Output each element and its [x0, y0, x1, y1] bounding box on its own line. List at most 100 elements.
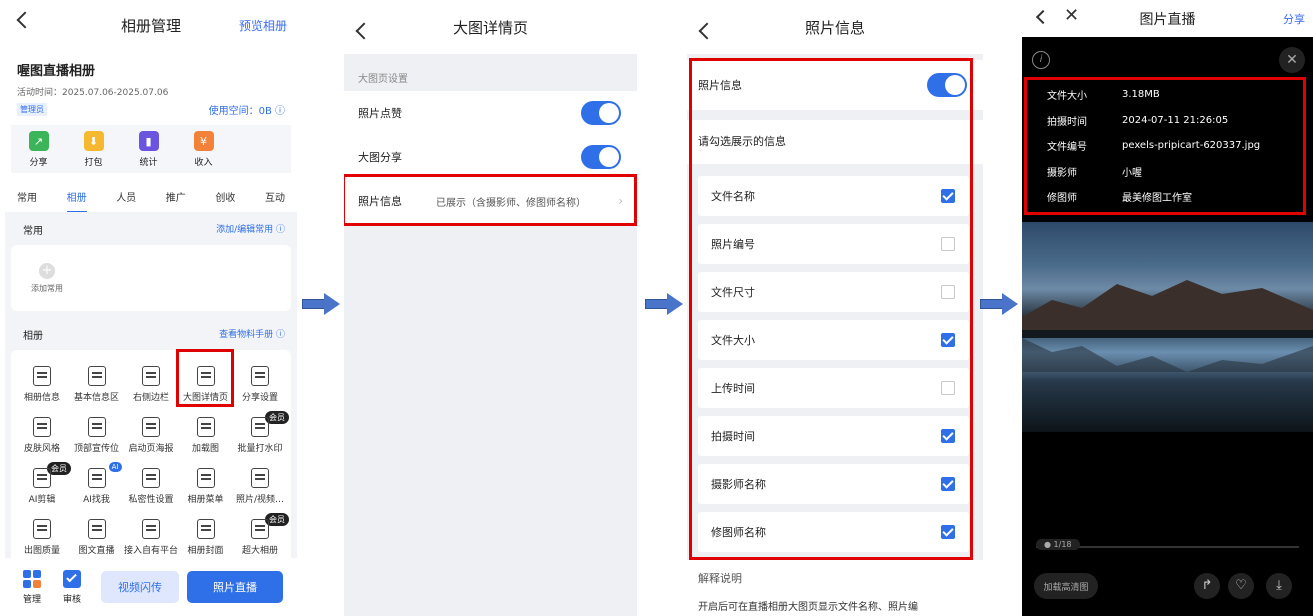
back-icon[interactable]	[16, 11, 34, 29]
plus-icon: +	[39, 263, 55, 279]
feature-icon	[251, 366, 269, 386]
field-option-label: 文件大小	[711, 334, 755, 347]
photo-info-row[interactable]: 照片信息 已展示（含摄影师、修图师名称） ›	[344, 179, 637, 223]
field-option-row[interactable]: 上传时间	[698, 368, 969, 408]
tab-3[interactable]: 推广	[166, 189, 186, 213]
field-option-row[interactable]: 摄影师名称	[698, 464, 969, 504]
explain-text: 开启后可在直播相册大图页显示文件名称、照片编	[687, 592, 983, 616]
quick-action-label: 分享	[29, 158, 48, 168]
quick-action-share[interactable]: ↗ 分享	[19, 131, 59, 173]
album-feature-item[interactable]: 图文直播	[70, 519, 124, 556]
tab-bar: 常用 相册 人员 推广 创收 互动	[5, 189, 297, 213]
field-option-row[interactable]: 文件大小	[698, 320, 969, 360]
album-feature-item[interactable]: 会员 AI剪辑	[15, 462, 71, 505]
back-icon[interactable]	[698, 22, 716, 40]
tab-0[interactable]: 常用	[17, 189, 37, 213]
quick-action-stats[interactable]: ▮ 统计	[129, 131, 169, 173]
field-option-label: 拍摄时间	[711, 430, 755, 443]
quick-action-label: 打包	[84, 158, 103, 168]
album-feature-item[interactable]: 私密性设置	[124, 468, 178, 505]
checkbox-icon[interactable]	[941, 237, 955, 251]
activity-time: 活动时间：2025.07.06-2025.07.06	[17, 88, 169, 98]
album-feature-item[interactable]: 出图质量	[15, 519, 69, 556]
download-icon[interactable]: ⤓	[1266, 573, 1292, 599]
close-circle-icon[interactable]: ✕	[1279, 47, 1305, 73]
album-feature-item[interactable]: 相册封面	[179, 519, 233, 556]
info-key: 摄影师	[1047, 167, 1077, 179]
review-tab[interactable]: 审核	[57, 569, 87, 605]
feature-label: 相册封面	[187, 546, 224, 556]
edit-common-link[interactable]: 添加/编辑常用 ⓘ	[216, 222, 285, 237]
quick-action-income[interactable]: ¥ 收入	[184, 131, 224, 173]
album-feature-item[interactable]: 分享设置	[233, 366, 287, 403]
space-usage-text: 使用空间：0B	[208, 106, 272, 117]
space-usage[interactable]: 使用空间：0B ⓘ	[209, 102, 285, 117]
info-key: 拍摄时间	[1047, 116, 1087, 128]
album-feature-item[interactable]: 会员 批量打水印	[233, 411, 289, 454]
field-option-row[interactable]: 照片编号	[698, 224, 969, 264]
album-feature-item[interactable]: 加载图	[179, 417, 233, 454]
add-common-button[interactable]: + 添加常用	[29, 263, 65, 294]
album-feature-item[interactable]: 皮肤风格	[15, 417, 69, 454]
share-toggle[interactable]	[581, 145, 621, 169]
field-option-row[interactable]: 文件尺寸	[698, 272, 969, 312]
stats-icon: ▮	[138, 131, 159, 151]
album-name: 喔图直播相册	[17, 64, 96, 79]
album-feature-item[interactable]: 会员 超大相册	[233, 513, 289, 556]
tab-4[interactable]: 创收	[215, 189, 235, 213]
album-feature-item[interactable]: 相册信息	[15, 366, 69, 403]
tab-5[interactable]: 互动	[265, 189, 285, 213]
info-value: pexels-pripicart-620337.jpg	[1122, 140, 1261, 152]
feature-label: 加载图	[191, 444, 219, 454]
feature-icon	[87, 366, 106, 386]
share-icon[interactable]: ↱	[1194, 573, 1220, 599]
field-option-row[interactable]: 修图师名称	[698, 512, 969, 552]
info-circle-icon[interactable]: i	[1032, 51, 1050, 69]
album-feature-item[interactable]: 相册菜单	[179, 468, 233, 505]
video-flash-button[interactable]: 视频闪传	[101, 571, 179, 603]
photo-info-toggle-row: 照片信息	[687, 60, 983, 110]
feature-label: 图文直播	[78, 546, 115, 556]
field-option-row[interactable]: 拍摄时间	[698, 416, 969, 456]
checkbox-icon[interactable]	[941, 333, 955, 347]
checkbox-icon	[63, 569, 81, 588]
heart-icon[interactable]: ♡	[1228, 573, 1254, 599]
info-value: 2024-07-11 21:26:05	[1122, 114, 1229, 126]
tab-1[interactable]: 相册	[66, 189, 87, 213]
share-link[interactable]: 分享	[1283, 11, 1305, 27]
tab-2[interactable]: 人员	[116, 189, 136, 213]
info-row: 拍摄时间 2024-07-11 21:26:05	[1047, 108, 1260, 134]
checkbox-icon[interactable]	[941, 477, 955, 491]
checkbox-icon[interactable]	[941, 285, 955, 299]
feature-icon	[251, 417, 269, 437]
load-hd-button[interactable]: 加载高清图	[1034, 573, 1098, 599]
album-feature-item[interactable]: 启动页海报	[124, 417, 178, 454]
feature-label: 超大相册	[241, 546, 278, 556]
content-area: 常用 添加/编辑常用 ⓘ + 添加常用 相册 查看物料手册 ⓘ 相册信息 基本信息…	[5, 212, 297, 616]
field-option-row[interactable]: 文件名称	[698, 176, 969, 216]
photo-info-toggle[interactable]	[927, 73, 967, 97]
album-feature-item[interactable]: 顶部宣传位	[70, 417, 124, 454]
checkbox-icon[interactable]	[941, 189, 955, 203]
album-feature-item[interactable]: 大图详情页	[179, 366, 233, 403]
material-manual-link[interactable]: 查看物料手册 ⓘ	[219, 327, 285, 342]
album-feature-item[interactable]: 接入自有平台	[124, 519, 178, 556]
checkbox-icon[interactable]	[941, 429, 955, 443]
feature-icon	[33, 468, 51, 488]
album-feature-item[interactable]: 照片/视频…	[233, 468, 287, 505]
photo-live-button[interactable]: 照片直播	[187, 571, 283, 603]
info-value: 3.18MB	[1122, 89, 1160, 101]
preview-album-link[interactable]: 预览相册	[239, 17, 287, 34]
album-feature-item[interactable]: 右侧边栏	[124, 366, 178, 403]
manage-tab[interactable]: 管理	[17, 569, 47, 605]
back-icon[interactable]	[355, 22, 373, 40]
quick-action-pack[interactable]: ⬇ 打包	[74, 131, 114, 173]
album-feature-item[interactable]: 基本信息区	[70, 366, 124, 403]
checkbox-icon[interactable]	[941, 381, 955, 395]
feature-icon	[251, 519, 269, 539]
feature-label: 右侧边栏	[132, 393, 169, 403]
album-grid-card: 相册信息 基本信息区 右侧边栏 大图详情页 分享设置 皮肤风格 顶部宣传位 启动页海报 加载图会…	[11, 350, 291, 580]
album-feature-item[interactable]: AI AI找我	[70, 462, 124, 505]
checkbox-icon[interactable]	[941, 525, 955, 539]
like-toggle[interactable]	[581, 101, 621, 125]
